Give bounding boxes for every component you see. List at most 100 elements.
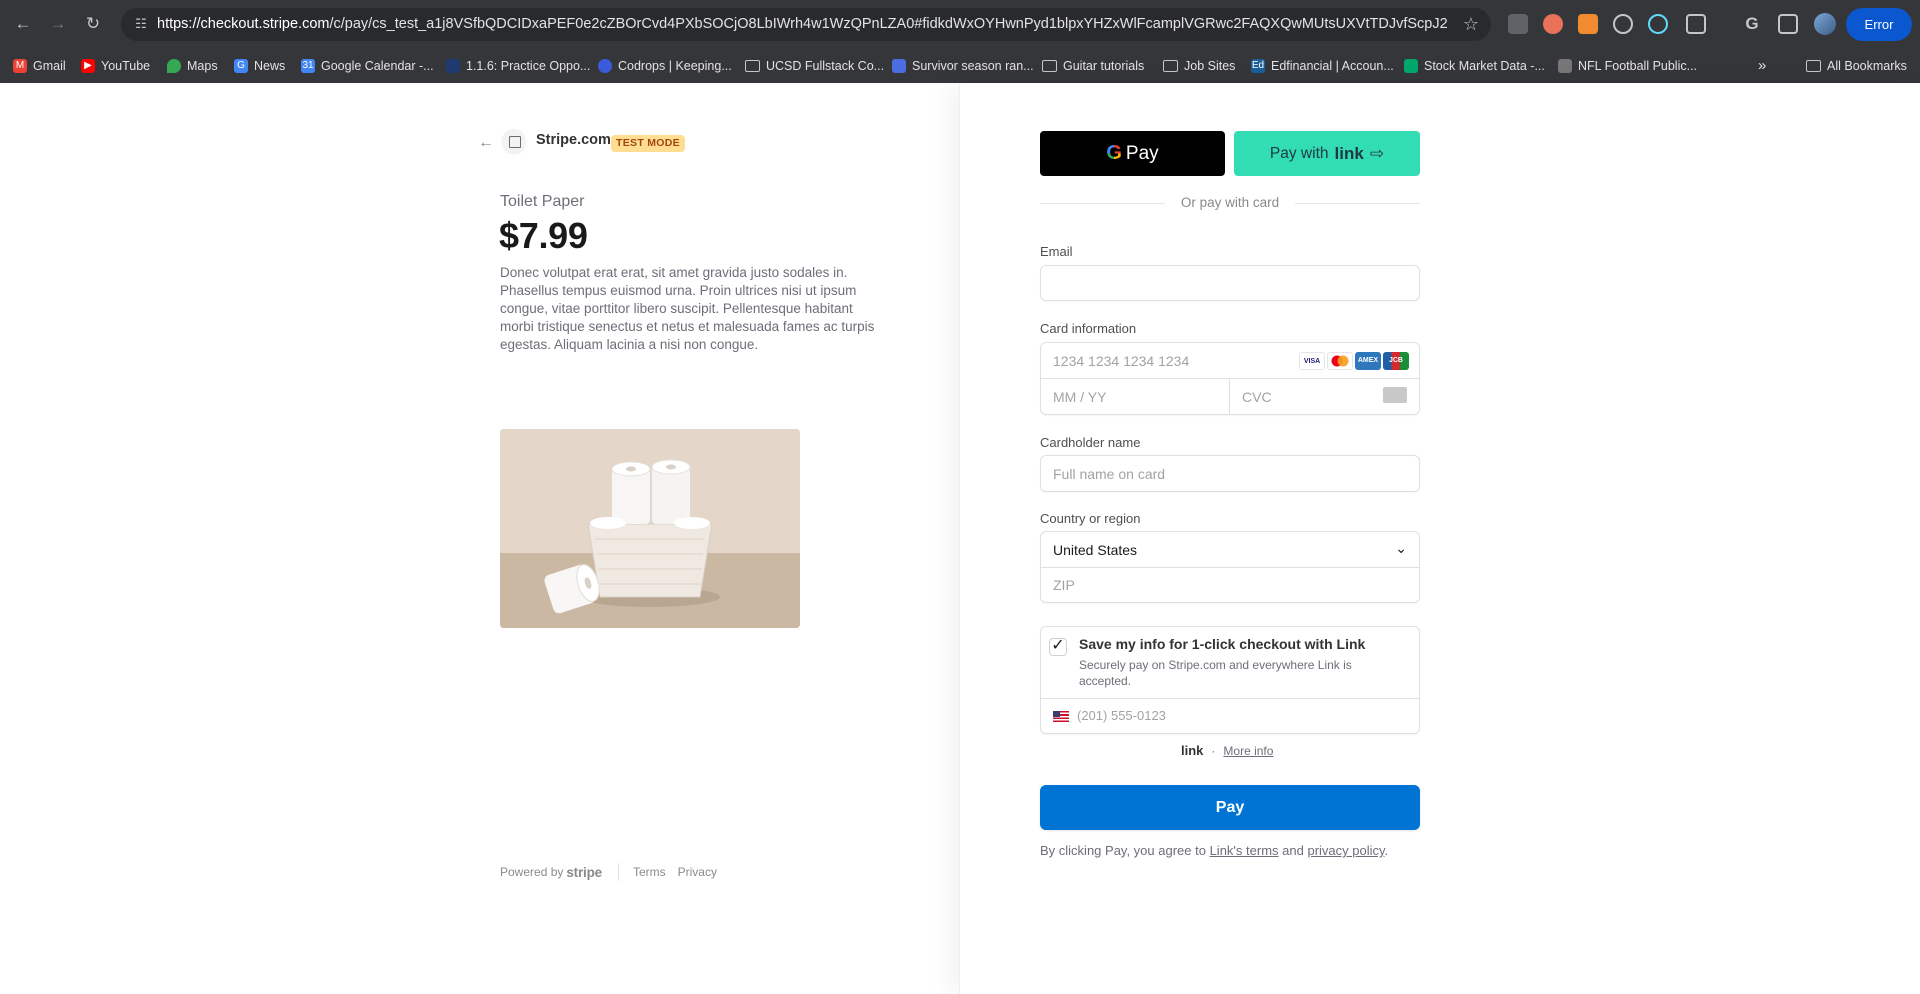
terms-period: .: [1384, 843, 1389, 858]
pay-button[interactable]: Pay: [1040, 785, 1420, 830]
terms-text: By clicking Pay, you agree to Link's ter…: [1040, 843, 1388, 858]
mastercard-icon: [1327, 352, 1353, 370]
bookmark-codrops[interactable]: Codrops | Keeping...: [598, 57, 732, 75]
side-panel-icon[interactable]: [1778, 14, 1798, 34]
phone-field[interactable]: (201) 555-0123: [1040, 698, 1420, 734]
visa-icon: VISA: [1299, 352, 1325, 370]
bookmark-guitar[interactable]: Guitar tutorials: [1042, 57, 1144, 75]
forward-arrow-icon[interactable]: →: [46, 12, 70, 36]
profile-avatar[interactable]: [1814, 13, 1836, 35]
codrops-icon: [598, 59, 612, 73]
bookmark-nfl[interactable]: NFL Football Public...: [1558, 57, 1697, 75]
powered-by-label: Powered by: [500, 865, 564, 879]
powered-by-stripe: Powered by stripe Terms Privacy: [500, 863, 717, 881]
phone-placeholder: (201) 555-0123: [1077, 708, 1166, 723]
country-value: United States: [1053, 542, 1138, 558]
bookmark-edfinancial[interactable]: Ed Edfinancial | Accoun...: [1251, 57, 1394, 75]
cardholder-name-field[interactable]: Full name on card: [1040, 455, 1420, 492]
back-arrow-icon[interactable]: ←: [11, 12, 35, 36]
cvc-field[interactable]: CVC: [1229, 378, 1420, 415]
record-extension-icon[interactable]: [1543, 14, 1563, 34]
extension-icon[interactable]: [1508, 14, 1528, 34]
nfl-icon: [1558, 59, 1572, 73]
bookmark-maps[interactable]: Maps: [167, 57, 218, 75]
reload-icon[interactable]: ↻: [81, 12, 105, 36]
country-select[interactable]: United States ⌄: [1040, 531, 1420, 568]
course-icon: [446, 59, 460, 73]
zip-field[interactable]: ZIP: [1040, 567, 1420, 603]
bookmark-survivor[interactable]: Survivor season ran...: [892, 57, 1034, 75]
bookmark-gmail[interactable]: M Gmail: [13, 57, 66, 75]
privacy-link[interactable]: Privacy: [678, 865, 717, 879]
url-text[interactable]: https://checkout.stripe.com/c/pay/cs_tes…: [157, 8, 1447, 41]
google-icon[interactable]: G: [1742, 14, 1762, 34]
more-bookmarks-chevron-icon[interactable]: »: [1758, 57, 1766, 75]
bookmark-calendar[interactable]: 31 Google Calendar -...: [301, 57, 434, 75]
product-image: [500, 429, 800, 628]
terms-prefix: By clicking Pay, you agree to: [1040, 843, 1206, 858]
sheets-icon: [892, 59, 906, 73]
pay-with-link-button[interactable]: Pay with link ⇨: [1234, 131, 1420, 176]
cardholder-placeholder: Full name on card: [1053, 466, 1166, 482]
card-number-placeholder: 1234 1234 1234 1234: [1053, 353, 1190, 369]
back-arrow-icon[interactable]: ←: [478, 134, 494, 152]
bookmark-news[interactable]: G News: [234, 57, 285, 75]
save-info-subtitle: Securely pay on Stripe.com and everywher…: [1079, 658, 1352, 688]
browser-toolbar: ← → ↻ ☷ https://checkout.stripe.com/c/pa…: [0, 0, 1920, 49]
error-button[interactable]: Error: [1846, 8, 1912, 41]
folder-icon: [1163, 60, 1178, 72]
privacy-policy-link[interactable]: privacy policy: [1307, 843, 1384, 858]
product-description: Donec volutpat erat erat, sit amet gravi…: [500, 265, 875, 352]
cvc-placeholder: CVC: [1242, 389, 1272, 405]
bookmark-jobs[interactable]: Job Sites: [1163, 57, 1235, 75]
bookmark-youtube[interactable]: ▶ YouTube: [81, 57, 150, 75]
jcb-icon: JCB: [1383, 352, 1409, 370]
google-g-icon: G: [1106, 142, 1122, 164]
bookmark-ucsd[interactable]: UCSD Fullstack Co...: [745, 57, 884, 75]
us-flag-icon: [1053, 711, 1069, 722]
stock-icon: [1404, 59, 1418, 73]
site-info-icon[interactable]: ☷: [133, 16, 149, 32]
extensions-puzzle-icon[interactable]: [1686, 14, 1706, 34]
all-bookmarks[interactable]: All Bookmarks: [1806, 57, 1907, 75]
youtube-icon: ▶: [81, 59, 95, 73]
dot-separator: ·: [1211, 744, 1216, 758]
bookmark-practice[interactable]: 1.1.6: Practice Oppo...: [446, 57, 590, 75]
edfinancial-icon: Ed: [1251, 59, 1265, 73]
amex-icon: AMEX: [1355, 352, 1381, 370]
google-pay-label: Pay: [1125, 142, 1159, 164]
product-name: Toilet Paper: [500, 193, 585, 210]
address-bar[interactable]: ☷ https://checkout.stripe.com/c/pay/cs_t…: [121, 8, 1491, 41]
email-label: Email: [1040, 244, 1073, 259]
link-terms-link[interactable]: Link's terms: [1210, 843, 1279, 858]
bookmark-stock[interactable]: Stock Market Data -...: [1404, 57, 1545, 75]
link-footer: link · More info: [1181, 743, 1273, 758]
more-info-link[interactable]: More info: [1223, 744, 1273, 758]
bookmark-star-icon[interactable]: ☆: [1463, 15, 1479, 33]
cardholder-name-label: Cardholder name: [1040, 435, 1141, 450]
link-pay-prefix: Pay with: [1269, 144, 1329, 162]
gmail-icon: M: [13, 59, 27, 73]
terms-link[interactable]: Terms: [633, 865, 666, 879]
folder-icon: [1806, 60, 1821, 72]
chevron-down-icon: ⌄: [1395, 540, 1407, 556]
email-field[interactable]: [1040, 265, 1420, 301]
product-price: $7.99: [499, 215, 588, 256]
checkout-page: ← Stripe.com TEST MODE Toilet Paper $7.9…: [0, 83, 1920, 994]
google-pay-button[interactable]: G Pay: [1040, 131, 1225, 176]
expiry-field[interactable]: MM / YY: [1040, 378, 1230, 415]
merchant-icon: [502, 129, 526, 153]
target-extension-icon[interactable]: [1613, 14, 1633, 34]
merchant-name[interactable]: Stripe.com: [536, 132, 611, 148]
news-icon: G: [234, 59, 248, 73]
stripe-logo[interactable]: stripe: [566, 865, 602, 880]
test-mode-badge: TEST MODE: [611, 135, 685, 152]
save-info-checkbox[interactable]: ✓: [1049, 638, 1067, 656]
react-devtools-icon[interactable]: [1648, 14, 1668, 34]
link-logo: link: [1334, 143, 1364, 163]
or-pay-with-card: Or pay with card: [1165, 195, 1295, 210]
save-info-title[interactable]: Save my info for 1-click checkout with L…: [1079, 636, 1365, 652]
terms-and: and: [1282, 843, 1304, 858]
cvc-card-icon: [1383, 387, 1407, 403]
chess-extension-icon[interactable]: [1578, 14, 1598, 34]
